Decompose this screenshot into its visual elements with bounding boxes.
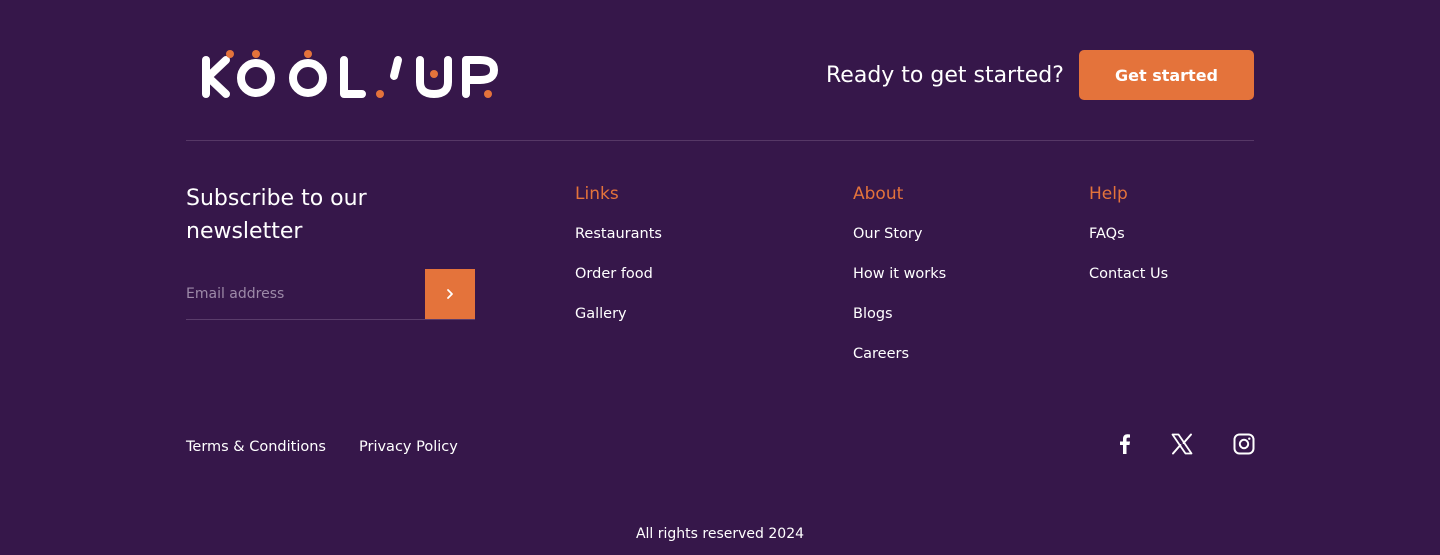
help-column: Help FAQs Contact Us	[1089, 184, 1168, 304]
link-gallery[interactable]: Gallery	[575, 304, 662, 324]
link-faqs[interactable]: FAQs	[1089, 224, 1168, 244]
link-contact-us[interactable]: Contact Us	[1089, 264, 1168, 284]
instagram-icon	[1233, 433, 1255, 455]
newsletter-form	[186, 269, 475, 320]
newsletter-title: Subscribe to our newsletter	[186, 186, 367, 244]
cta-text: Ready to get started?	[826, 63, 1064, 88]
email-input[interactable]	[186, 269, 425, 319]
link-order-food[interactable]: Order food	[575, 264, 662, 284]
links-heading: Links	[575, 184, 619, 204]
kool-up-logo	[202, 50, 498, 98]
link-our-story[interactable]: Our Story	[853, 224, 946, 244]
x-twitter-link[interactable]	[1170, 432, 1194, 456]
link-careers[interactable]: Careers	[853, 344, 946, 364]
about-column: About Our Story How it works Blogs Caree…	[853, 184, 946, 384]
link-restaurants[interactable]: Restaurants	[575, 224, 662, 244]
privacy-link[interactable]: Privacy Policy	[359, 437, 458, 457]
about-heading: About	[853, 184, 904, 204]
brand-logo[interactable]	[200, 46, 504, 102]
link-blogs[interactable]: Blogs	[853, 304, 946, 324]
get-started-button[interactable]: Get started	[1079, 50, 1254, 100]
divider	[186, 140, 1254, 141]
help-heading: Help	[1089, 184, 1128, 204]
links-column: Links Restaurants Order food Gallery	[575, 184, 662, 344]
x-twitter-icon	[1171, 433, 1193, 455]
facebook-icon	[1120, 434, 1130, 454]
newsletter-submit-button[interactable]	[425, 269, 475, 319]
chevron-right-icon	[447, 289, 453, 299]
link-how-it-works[interactable]: How it works	[853, 264, 946, 284]
facebook-link[interactable]	[1113, 432, 1137, 456]
instagram-link[interactable]	[1232, 432, 1256, 456]
copyright-text: All rights reserved 2024	[635, 526, 805, 542]
terms-link[interactable]: Terms & Conditions	[186, 437, 326, 457]
